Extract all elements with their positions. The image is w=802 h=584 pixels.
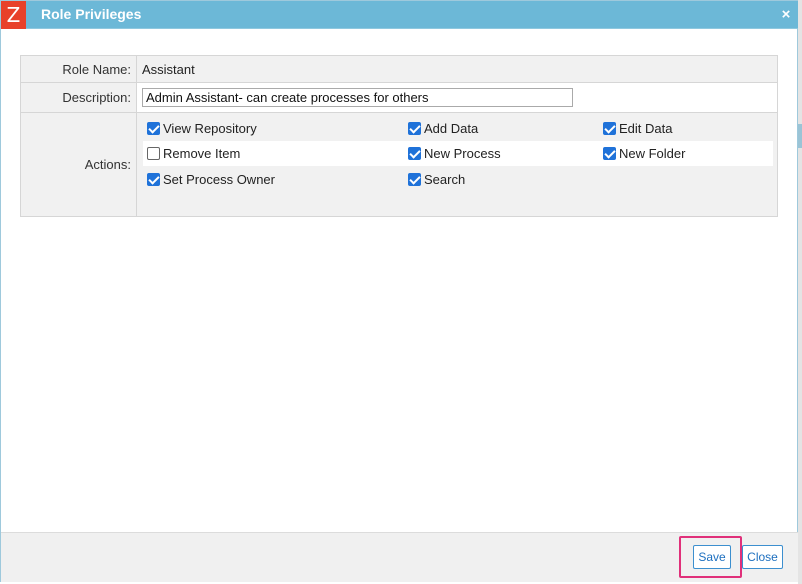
view-repository-checkbox[interactable] [147,122,160,135]
role-name-label: Role Name: [20,55,137,83]
actions-row: View Repository Add Data Edit Data [143,116,773,141]
action-edit-data[interactable]: Edit Data [603,116,672,141]
background-window-edge [798,0,802,584]
action-label: Edit Data [619,121,673,136]
set-process-owner-checkbox[interactable] [147,173,160,186]
app-logo: Z [1,1,26,29]
action-new-process[interactable]: New Process [408,141,501,166]
role-form-table: Role Name: Assistant Description: Action… [20,55,778,217]
action-label: Remove Item [163,146,241,161]
save-button[interactable]: Save [693,545,731,569]
new-folder-checkbox[interactable] [603,147,616,160]
role-name-value: Assistant [136,55,778,83]
action-label: View Repository [163,121,257,136]
new-process-checkbox[interactable] [408,147,421,160]
action-remove-item[interactable]: Remove Item [147,141,240,166]
action-search[interactable]: Search [408,167,465,192]
search-checkbox[interactable] [408,173,421,186]
description-label: Description: [20,82,137,113]
dialog-footer [1,532,798,582]
background-edge-mark [798,124,802,148]
action-label: Set Process Owner [163,172,275,187]
action-label: New Folder [619,146,686,161]
description-input[interactable] [142,88,573,107]
action-set-process-owner[interactable]: Set Process Owner [147,167,275,192]
action-label: Search [424,172,466,187]
action-view-repository[interactable]: View Repository [147,116,257,141]
close-button[interactable]: Close [742,545,783,569]
edit-data-checkbox[interactable] [603,122,616,135]
actions-grid: View Repository Add Data Edit Data Remov… [137,113,777,216]
action-label: Add Data [424,121,479,136]
close-icon[interactable]: × [779,7,793,22]
remove-item-checkbox[interactable] [147,147,160,160]
dialog-title: Role Privileges [41,6,142,22]
action-add-data[interactable]: Add Data [408,116,478,141]
action-label: New Process [424,146,501,161]
actions-row: Remove Item New Process New Folder [143,141,773,166]
actions-label: Actions: [20,112,137,217]
dialog-titlebar: Z Role Privileges × [1,1,798,29]
add-data-checkbox[interactable] [408,122,421,135]
actions-row: Set Process Owner Search [143,167,773,192]
role-privileges-dialog: Z Role Privileges × Role Name: Assistant… [0,0,798,582]
action-new-folder[interactable]: New Folder [603,141,685,166]
